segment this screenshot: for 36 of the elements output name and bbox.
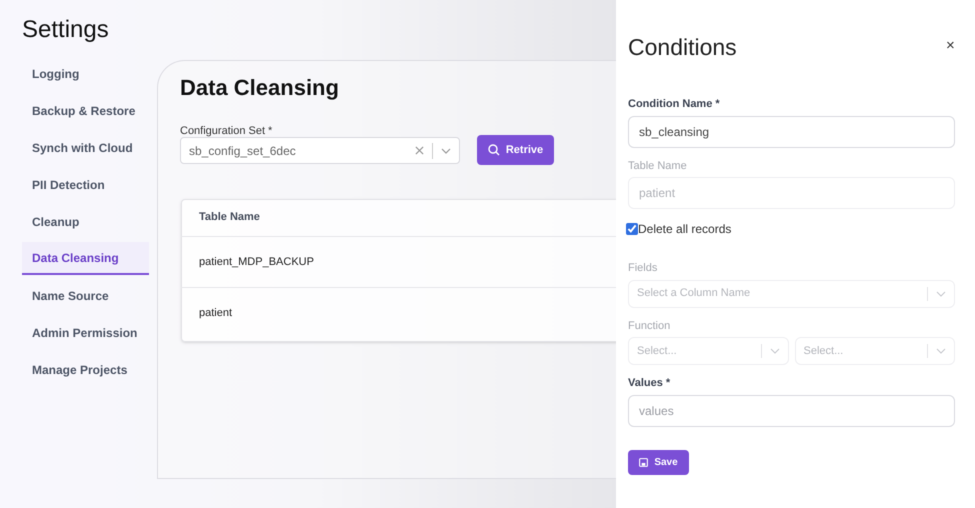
sidebar-item[interactable]: Cleanup: [22, 205, 149, 238]
retrieve-button[interactable]: Retrive: [477, 135, 554, 165]
field-label: Condition Name *: [628, 97, 721, 112]
chevron-down-icon: [936, 290, 946, 296]
panel-title: Conditions: [628, 33, 737, 62]
sidebar-item[interactable]: Name Source: [22, 279, 149, 312]
sidebar-item[interactable]: Backup & Restore: [22, 94, 149, 127]
clear-icon[interactable]: [415, 146, 424, 155]
table-cell-text: patient_MDP_BACKUP: [199, 254, 314, 270]
field-label: Configuration Set *: [180, 124, 272, 139]
table-cell-text: patient: [199, 306, 232, 322]
field-label: Function: [628, 318, 672, 334]
chevron-down-icon: [441, 148, 451, 154]
checkbox-label: Delete all records: [638, 221, 732, 238]
field-label: Values *: [628, 376, 672, 391]
sidebar-item[interactable]: Synch with Cloud: [22, 131, 149, 164]
column-header: Table Name: [199, 210, 260, 226]
sidebar-item[interactable]: PII Detection: [22, 168, 149, 201]
checkbox[interactable]: [626, 223, 638, 235]
sidebar-item[interactable]: Manage Projects: [22, 353, 149, 386]
input-field[interactable]: values: [628, 394, 955, 426]
field-label: Fields: [628, 261, 658, 276]
search-icon: [488, 144, 500, 156]
page-title: Settings: [22, 15, 109, 45]
save-button[interactable]: Save: [628, 450, 689, 475]
sidebar-item[interactable]: Admin Permission: [22, 316, 149, 349]
field-label: Table Name: [628, 158, 688, 174]
config-select[interactable]: sb_config_set_6dec: [180, 137, 460, 164]
sidebar-item[interactable]: Data Cleansing: [22, 242, 149, 275]
section-title: Data Cleansing: [180, 74, 339, 102]
select-value: sb_config_set_6dec: [189, 142, 297, 160]
chevron-down-icon: [770, 348, 780, 354]
input-field[interactable]: sb_cleansing: [628, 116, 955, 148]
chevron-down-icon: [936, 348, 946, 354]
close-button[interactable]: ×: [946, 38, 955, 53]
sidebar-item[interactable]: Logging: [22, 57, 149, 90]
